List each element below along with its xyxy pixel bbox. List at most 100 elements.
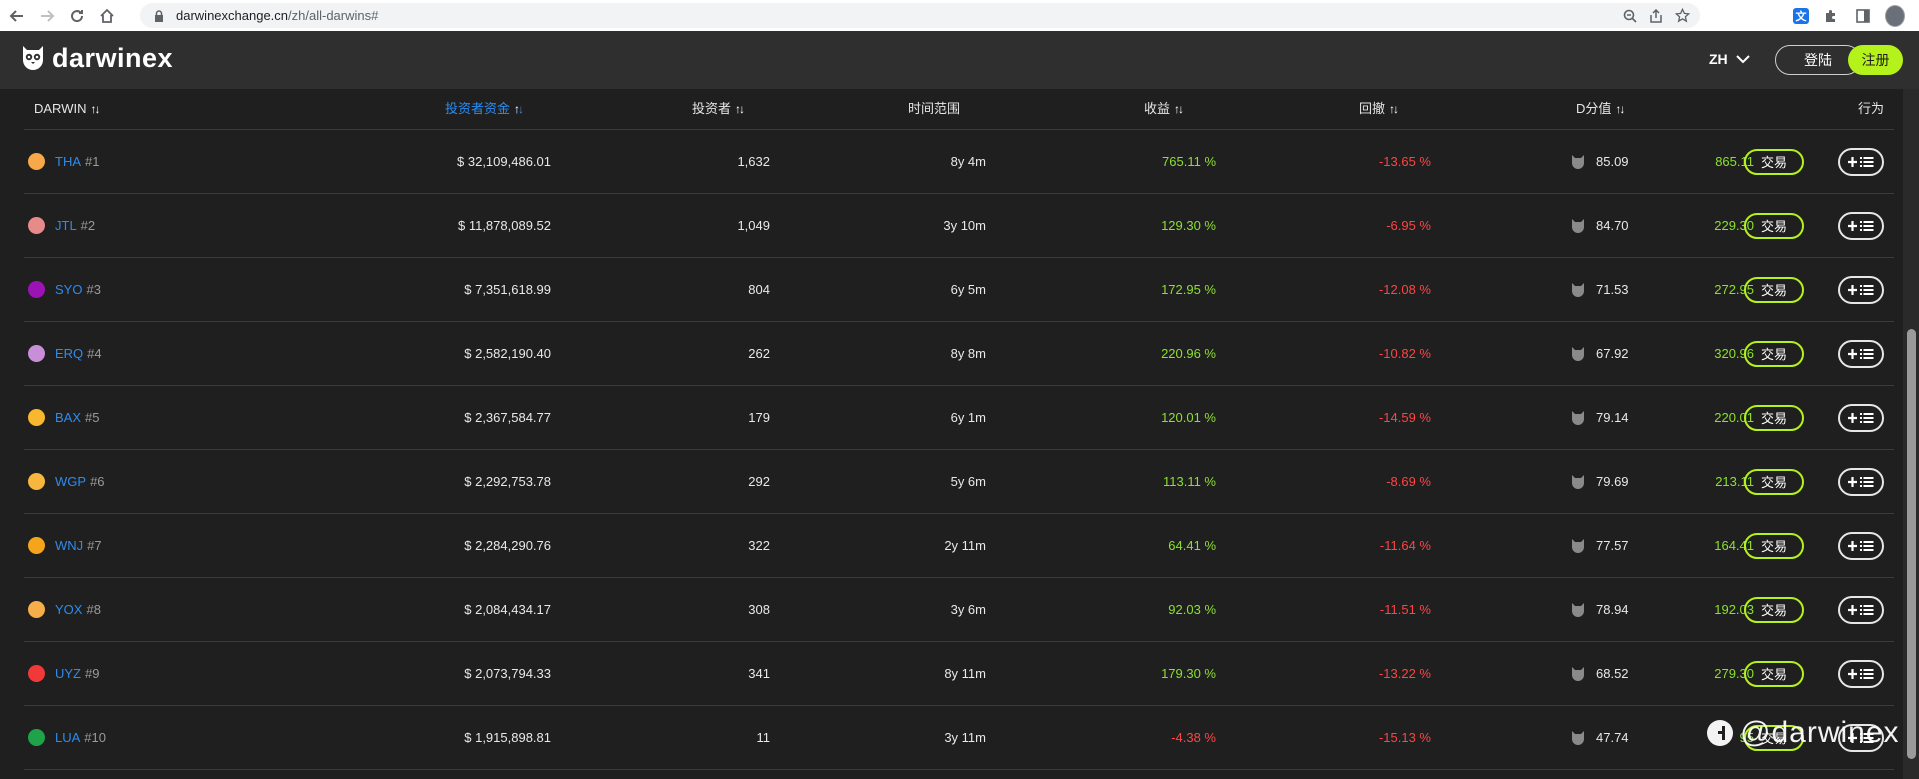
darwin-cell[interactable]: YOX #8 xyxy=(28,578,101,641)
trade-button[interactable]: 交易 xyxy=(1744,532,1804,559)
return-cell: 765.11 % xyxy=(1162,154,1216,169)
table-row[interactable]: YOX #8 $ 2,084,434.17 308 3y 6m 92.03 % … xyxy=(24,578,1894,642)
darwin-cell[interactable]: BAX #5 xyxy=(28,386,99,449)
sort-icon: ↑↓ xyxy=(735,102,745,116)
dscore-cell: 77.57 xyxy=(1570,514,1629,577)
trade-cell: 交易 xyxy=(1744,642,1804,705)
scrollbar-thumb[interactable] xyxy=(1907,329,1916,759)
trade-button[interactable]: 交易 xyxy=(1744,660,1804,687)
dscore-value: 68.52 xyxy=(1596,666,1629,681)
zoom-icon[interactable] xyxy=(1623,9,1637,23)
table-row[interactable]: ERQ #4 $ 2,582,190.40 262 8y 8m 220.96 %… xyxy=(24,322,1894,386)
forward-icon[interactable] xyxy=(34,3,60,29)
profile-avatar[interactable] xyxy=(1885,4,1905,27)
trade-button[interactable]: 交易 xyxy=(1744,340,1804,367)
extensions-puzzle-icon[interactable] xyxy=(1821,6,1841,26)
dscore-value: 85.09 xyxy=(1596,154,1629,169)
register-button[interactable]: 注册 xyxy=(1848,45,1903,75)
darwin-ticker[interactable]: WNJ xyxy=(55,538,83,553)
sort-icon: ↑↓ xyxy=(1389,102,1399,116)
add-to-list-button[interactable] xyxy=(1838,531,1884,560)
darwin-ticker[interactable]: SYO xyxy=(55,282,82,297)
darwin-ticker[interactable]: LUA xyxy=(55,730,80,745)
table-row[interactable]: WNJ #7 $ 2,284,290.76 322 2y 11m 64.41 %… xyxy=(24,514,1894,578)
trade-button[interactable]: 交易 xyxy=(1744,148,1804,175)
browser-toolbar: darwinexchange.cn/zh/all-darwins# 文 xyxy=(0,0,1919,32)
darwin-cell[interactable]: SYO #3 xyxy=(28,258,101,321)
investors-cell: 11 xyxy=(756,730,771,745)
owl-logo-icon xyxy=(23,45,43,70)
price-cell: 213.11 xyxy=(1715,474,1754,489)
translate-icon[interactable]: 文 xyxy=(1793,7,1809,24)
dscore-cell: 79.14 xyxy=(1570,386,1629,449)
dscore-value: 78.94 xyxy=(1596,602,1629,617)
language-selector[interactable]: ZH xyxy=(1709,51,1750,67)
add-to-list-button[interactable] xyxy=(1838,211,1884,240)
col-drawdown-header[interactable]: 回撤 ↑↓ xyxy=(1359,89,1399,129)
table-row[interactable]: UYZ #9 $ 2,073,794.33 341 8y 11m 179.30 … xyxy=(24,642,1894,706)
trade-button[interactable]: 交易 xyxy=(1744,596,1804,623)
table-row[interactable]: SYO #3 $ 7,351,618.99 804 6y 5m 172.95 %… xyxy=(24,258,1894,322)
table-row[interactable]: BAX #5 $ 2,367,584.77 179 6y 1m 120.01 %… xyxy=(24,386,1894,450)
add-to-list-button[interactable] xyxy=(1838,275,1884,304)
trade-button[interactable]: 交易 xyxy=(1744,468,1804,495)
darwin-ticker[interactable]: BAX xyxy=(55,410,81,425)
dscore-cell: 85.09 xyxy=(1570,130,1629,193)
darwinex-logo[interactable]: darwinex xyxy=(20,43,173,74)
add-cell xyxy=(1838,194,1884,257)
col-darwin-header[interactable]: DARWIN ↑↓ xyxy=(34,89,100,129)
darwin-cell[interactable]: THA #1 xyxy=(28,130,99,193)
col-return-header[interactable]: 收益 ↑↓ xyxy=(1144,89,1184,129)
col-investor-capital-header[interactable]: 投资者资金 ↑↓ xyxy=(445,89,524,129)
darwin-ticker[interactable]: WGP xyxy=(55,474,86,489)
add-to-list-button[interactable] xyxy=(1838,659,1884,688)
trade-button[interactable]: 交易 xyxy=(1744,404,1804,431)
table-row[interactable]: WGP #6 $ 2,292,753.78 292 5y 6m 113.11 %… xyxy=(24,450,1894,514)
darwin-ticker[interactable]: THA xyxy=(55,154,81,169)
col-dscore-header[interactable]: D分值 ↑↓ xyxy=(1576,89,1625,129)
add-to-list-button[interactable] xyxy=(1838,467,1884,496)
add-to-list-button[interactable] xyxy=(1838,339,1884,368)
table-row[interactable]: THA #1 $ 32,109,486.01 1,632 8y 4m 765.1… xyxy=(24,130,1894,194)
add-to-list-button[interactable] xyxy=(1838,147,1884,176)
darwin-cell[interactable]: JTL #2 xyxy=(28,194,95,257)
add-to-list-button[interactable] xyxy=(1838,403,1884,432)
bookmark-star-icon[interactable] xyxy=(1675,8,1690,23)
darwin-cell[interactable]: ERQ #4 xyxy=(28,322,102,385)
trade-button[interactable]: 交易 xyxy=(1744,276,1804,303)
return-cell: 179.30 % xyxy=(1161,666,1216,681)
add-cell xyxy=(1838,642,1884,705)
table-row[interactable]: LUA #10 $ 1,915,898.81 11 3y 11m -4.38 %… xyxy=(24,706,1894,770)
home-icon[interactable] xyxy=(94,3,120,29)
color-dot xyxy=(28,665,45,682)
drawdown-cell: -8.69 % xyxy=(1386,474,1431,489)
col-time-label: 时间范围 xyxy=(908,101,961,116)
darwin-ticker[interactable]: JTL xyxy=(55,218,77,233)
darwin-cell[interactable]: WNJ #7 xyxy=(28,514,102,577)
back-icon[interactable] xyxy=(4,3,30,29)
darwin-cell[interactable]: LUA #10 xyxy=(28,706,106,769)
darwin-cell[interactable]: WGP #6 xyxy=(28,450,105,513)
reload-icon[interactable] xyxy=(64,3,90,29)
col-investors-header[interactable]: 投资者 ↑↓ xyxy=(692,89,745,129)
capital-cell: $ 2,284,290.76 xyxy=(464,538,551,553)
table-row[interactable]: JTL #2 $ 11,878,089.52 1,049 3y 10m 129.… xyxy=(24,194,1894,258)
side-panel-icon[interactable] xyxy=(1853,6,1873,26)
scrollbar-track[interactable] xyxy=(1903,89,1919,779)
color-dot xyxy=(28,729,45,746)
col-capital-label: 投资者资金 xyxy=(445,101,511,116)
address-bar[interactable]: darwinexchange.cn/zh/all-darwins# xyxy=(140,3,1700,28)
darwin-ticker[interactable]: UYZ xyxy=(55,666,81,681)
darwin-cell[interactable]: UYZ #9 xyxy=(28,642,99,705)
share-icon[interactable] xyxy=(1649,8,1663,23)
capital-cell: $ 2,582,190.40 xyxy=(464,346,551,361)
time-cell: 6y 5m xyxy=(950,282,986,297)
darwin-ticker[interactable]: ERQ xyxy=(55,346,83,361)
owl-score-icon xyxy=(1572,346,1584,361)
add-to-list-button[interactable] xyxy=(1838,595,1884,624)
trade-button[interactable]: 交易 xyxy=(1744,212,1804,239)
trade-cell: 交易 xyxy=(1744,578,1804,641)
darwin-ticker[interactable]: YOX xyxy=(55,602,82,617)
plus-list-icon xyxy=(1848,604,1874,615)
col-return-label: 收益 xyxy=(1144,101,1171,116)
